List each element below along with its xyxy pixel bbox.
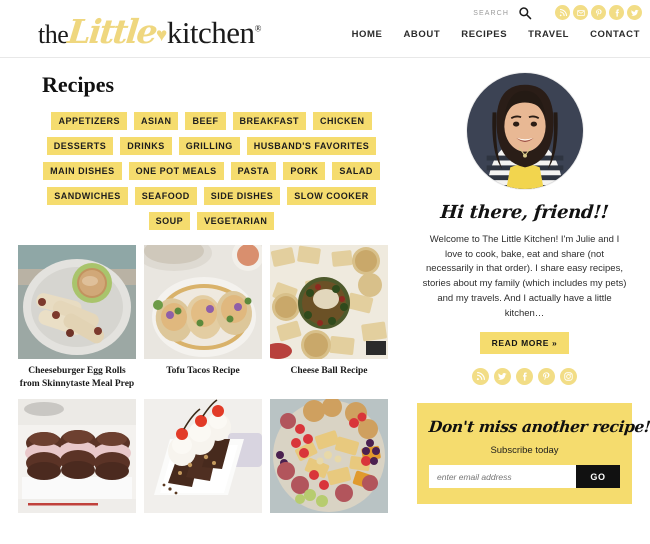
recipe-card[interactable]: Cheese Ball Recipe: [270, 245, 388, 391]
facebook-icon[interactable]: [609, 5, 624, 20]
tag-side-dishes[interactable]: SIDE DISHES: [203, 187, 281, 205]
tag-soup[interactable]: SOUP: [148, 212, 191, 230]
sidebar: Hi there, friend!! Welcome to The Little…: [417, 72, 650, 519]
search-label: SEARCH: [473, 9, 509, 17]
category-tag-list: APPETIZERS ASIAN BEEF BREAKFAST CHICKEN …: [18, 112, 405, 230]
sidebar-bio: Welcome to The Little Kitchen! I'm Julie…: [422, 234, 627, 319]
tag-chicken[interactable]: CHICKEN: [313, 112, 372, 130]
newsletter-form: GO: [429, 465, 620, 489]
sidebar-social-links: [417, 368, 632, 386]
tag-grilling[interactable]: GRILLING: [178, 137, 240, 155]
email-icon[interactable]: [573, 5, 588, 20]
pinterest-icon[interactable]: [591, 5, 606, 20]
newsletter-signup: Don't miss another recipe! Subscribe tod…: [417, 403, 650, 505]
tag-asian[interactable]: ASIAN: [133, 112, 179, 130]
tag-one-pot-meals[interactable]: ONE POT MEALS: [128, 162, 224, 180]
read-more-wrapper: READ MORE »: [417, 332, 632, 355]
site-logo[interactable]: theLittle♥kitchen®: [38, 12, 261, 51]
recipe-card[interactable]: Tofu Tacos Recipe: [144, 245, 262, 391]
charcuterie-board-image[interactable]: [270, 398, 388, 513]
newsletter-subheading: Subscribe today: [490, 445, 559, 457]
recipe-title[interactable]: Cheeseburger Egg Rolls from Skinnytaste …: [18, 365, 136, 391]
tag-appetizers[interactable]: APPETIZERS: [51, 112, 127, 130]
logo-little: Little: [66, 12, 159, 51]
page-title: Recipes: [42, 72, 115, 97]
main-navigation: HOME ABOUT RECIPES TRAVEL CONTACT: [352, 29, 640, 40]
heart-icon: ♥: [156, 25, 167, 46]
tag-row: DESSERTS DRINKS GRILLING HUSBAND'S FAVOR…: [18, 137, 405, 155]
logo-the: the: [38, 20, 69, 49]
search-icon[interactable]: [518, 6, 532, 20]
twitter-icon[interactable]: [627, 5, 642, 20]
tag-row: APPETIZERS ASIAN BEEF BREAKFAST CHICKEN: [18, 112, 405, 130]
tag-salad[interactable]: SALAD: [332, 162, 380, 180]
recipe-card[interactable]: [270, 398, 388, 519]
read-more-button[interactable]: READ MORE »: [479, 332, 570, 355]
tag-pasta[interactable]: PASTA: [230, 162, 277, 180]
cheese-ball-with-crackers-image[interactable]: [270, 245, 388, 359]
pinterest-icon[interactable]: [538, 368, 555, 386]
tag-pork[interactable]: PORK: [283, 162, 326, 180]
tofu-tacos-on-plate-image[interactable]: [144, 245, 262, 359]
tag-beef[interactable]: BEEF: [185, 112, 226, 130]
rss-icon[interactable]: [472, 368, 489, 386]
page-body: Recipes APPETIZERS ASIAN BEEF BREAKFAST …: [0, 58, 650, 519]
instagram-icon[interactable]: [560, 368, 577, 386]
twitter-icon[interactable]: [494, 368, 511, 386]
nav-item-contact[interactable]: CONTACT: [590, 29, 640, 40]
tag-slow-cooker[interactable]: SLOW COOKER: [287, 187, 376, 205]
brownie-sundae-with-cherries-image[interactable]: [144, 398, 262, 513]
recipe-grid: Cheeseburger Egg Rolls from Skinnytaste …: [18, 245, 405, 519]
recipe-title[interactable]: Cheese Ball Recipe: [270, 365, 388, 378]
recipe-card[interactable]: [18, 398, 136, 519]
header-social-links: [555, 5, 642, 20]
egg-rolls-with-dipping-sauce-image[interactable]: [18, 245, 136, 359]
nav-item-home[interactable]: HOME: [352, 29, 383, 40]
email-field[interactable]: [429, 465, 576, 489]
nav-item-about[interactable]: ABOUT: [403, 29, 440, 40]
chocolate-dessert-sandwiches-image[interactable]: [18, 398, 136, 513]
tag-desserts[interactable]: DESSERTS: [46, 137, 114, 155]
newsletter-go-button[interactable]: GO: [576, 465, 620, 489]
newsletter-heading: Don't miss another recipe!: [428, 417, 650, 437]
facebook-icon[interactable]: [516, 368, 533, 386]
site-header: theLittle♥kitchen® SEARCH HOME ABOUT REC…: [0, 0, 650, 58]
tag-drinks[interactable]: DRINKS: [120, 137, 172, 155]
tag-breakfast[interactable]: BREAKFAST: [232, 112, 307, 130]
rss-icon[interactable]: [555, 5, 570, 20]
recipe-card[interactable]: [144, 398, 262, 519]
nav-item-recipes[interactable]: RECIPES: [461, 29, 507, 40]
recipe-title[interactable]: Tofu Tacos Recipe: [144, 365, 262, 378]
logo-kitchen: kitchen: [166, 15, 255, 50]
tag-row: SANDWICHES SEAFOOD SIDE DISHES SLOW COOK…: [18, 187, 405, 205]
tag-vegetarian[interactable]: VEGETARIAN: [197, 212, 275, 230]
tag-seafood[interactable]: SEAFOOD: [134, 187, 197, 205]
tag-husbands-favorites[interactable]: HUSBAND'S FAVORITES: [246, 137, 377, 155]
nav-item-travel[interactable]: TRAVEL: [528, 29, 569, 40]
sidebar-greeting: Hi there, friend!!: [439, 202, 610, 223]
recipe-card[interactable]: Cheeseburger Egg Rolls from Skinnytaste …: [18, 245, 136, 391]
logo-registered-mark: ®: [254, 23, 262, 34]
avatar: [465, 72, 584, 190]
main-content: Recipes APPETIZERS ASIAN BEEF BREAKFAST …: [18, 72, 405, 519]
tag-row: SOUP VEGETARIAN: [18, 212, 405, 230]
tag-sandwiches[interactable]: SANDWICHES: [47, 187, 128, 205]
tag-row: MAIN DISHES ONE POT MEALS PASTA PORK SAL…: [18, 162, 405, 180]
tag-main-dishes[interactable]: MAIN DISHES: [43, 162, 122, 180]
search-area[interactable]: SEARCH: [473, 6, 532, 20]
